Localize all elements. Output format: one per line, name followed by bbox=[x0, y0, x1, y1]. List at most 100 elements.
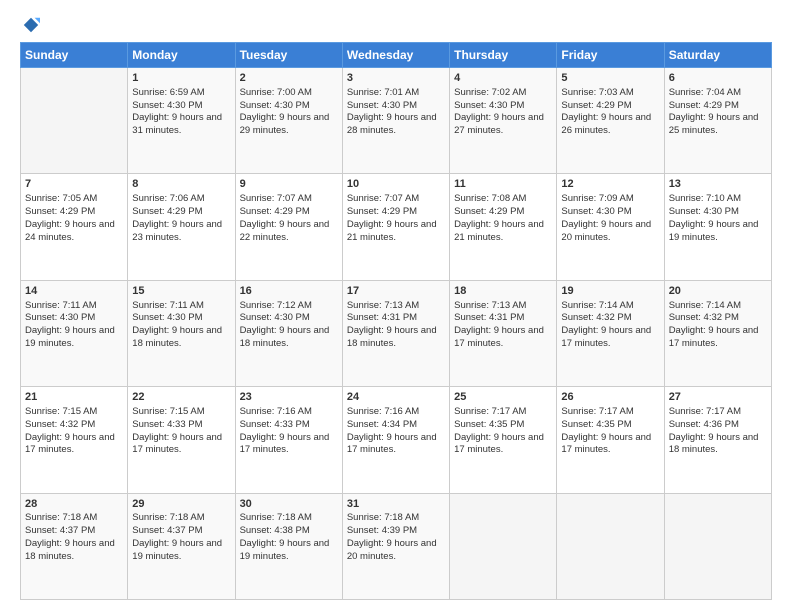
calendar-cell: 30Sunrise: 7:18 AMSunset: 4:38 PMDayligh… bbox=[235, 493, 342, 599]
day-number: 12 bbox=[561, 177, 659, 192]
daylight-text: Daylight: 9 hours and 29 minutes. bbox=[240, 112, 330, 136]
sunrise-text: Sunrise: 7:14 AM bbox=[561, 300, 633, 311]
sunrise-text: Sunrise: 7:17 AM bbox=[561, 406, 633, 417]
sunrise-text: Sunrise: 6:59 AM bbox=[132, 87, 204, 98]
calendar-week-5: 28Sunrise: 7:18 AMSunset: 4:37 PMDayligh… bbox=[21, 493, 772, 599]
logo bbox=[20, 16, 40, 34]
day-number: 18 bbox=[454, 284, 552, 299]
logo-icon bbox=[22, 16, 40, 34]
calendar-cell: 10Sunrise: 7:07 AMSunset: 4:29 PMDayligh… bbox=[342, 174, 449, 280]
daylight-text: Daylight: 9 hours and 19 minutes. bbox=[132, 538, 222, 562]
day-number: 29 bbox=[132, 497, 230, 512]
sunrise-text: Sunrise: 7:05 AM bbox=[25, 193, 97, 204]
sunrise-text: Sunrise: 7:13 AM bbox=[347, 300, 419, 311]
day-number: 14 bbox=[25, 284, 123, 299]
sunset-text: Sunset: 4:33 PM bbox=[132, 419, 202, 430]
sunrise-text: Sunrise: 7:15 AM bbox=[132, 406, 204, 417]
daylight-text: Daylight: 9 hours and 20 minutes. bbox=[347, 538, 437, 562]
calendar-cell: 2Sunrise: 7:00 AM Sunset: 4:30 PMDaylight… bbox=[235, 68, 342, 174]
sunrise-text: Sunrise: 7:11 AM bbox=[25, 300, 97, 311]
day-number: 15 bbox=[132, 284, 230, 299]
day-number: 22 bbox=[132, 390, 230, 405]
sunrise-text: Sunrise: 7:18 AM bbox=[347, 512, 419, 523]
day-number: 3 bbox=[347, 71, 445, 86]
day-number: 2 bbox=[240, 71, 338, 86]
header bbox=[20, 16, 772, 34]
sunset-text: Sunset: 4:30 PM bbox=[132, 100, 202, 111]
daylight-text: Daylight: 9 hours and 27 minutes. bbox=[454, 112, 544, 136]
sunrise-text: Sunrise: 7:14 AM bbox=[669, 300, 741, 311]
daylight-text: Daylight: 9 hours and 17 minutes. bbox=[132, 432, 222, 456]
daylight-text: Daylight: 9 hours and 19 minutes. bbox=[240, 538, 330, 562]
calendar-cell: 7Sunrise: 7:05 AMSunset: 4:29 PMDaylight… bbox=[21, 174, 128, 280]
sunset-text: Sunset: 4:36 PM bbox=[669, 419, 739, 430]
sunset-text: Sunset: 4:33 PM bbox=[240, 419, 310, 430]
sunset-text: Sunset: 4:30 PM bbox=[347, 100, 417, 111]
sunrise-text: Sunrise: 7:16 AM bbox=[347, 406, 419, 417]
calendar-cell bbox=[450, 493, 557, 599]
calendar-cell: 1Sunrise: 6:59 AMSunset: 4:30 PMDaylight… bbox=[128, 68, 235, 174]
day-number: 10 bbox=[347, 177, 445, 192]
sunrise-text: Sunrise: 7:12 AM bbox=[240, 300, 312, 311]
page: SundayMondayTuesdayWednesdayThursdayFrid… bbox=[0, 0, 792, 612]
sunset-text: Sunset: 4:30 PM bbox=[240, 100, 310, 111]
sunset-text: Sunset: 4:31 PM bbox=[347, 312, 417, 323]
sunset-text: Sunset: 4:29 PM bbox=[669, 100, 739, 111]
daylight-text: Daylight: 9 hours and 17 minutes. bbox=[25, 432, 115, 456]
calendar-cell: 13Sunrise: 7:10 AMSunset: 4:30 PMDayligh… bbox=[664, 174, 771, 280]
calendar-cell: 12Sunrise: 7:09 AMSunset: 4:30 PMDayligh… bbox=[557, 174, 664, 280]
sunrise-text: Sunrise: 7:03 AM bbox=[561, 87, 633, 98]
sunset-text: Sunset: 4:34 PM bbox=[347, 419, 417, 430]
weekday-header-tuesday: Tuesday bbox=[235, 43, 342, 68]
day-number: 4 bbox=[454, 71, 552, 86]
sunset-text: Sunset: 4:30 PM bbox=[240, 312, 310, 323]
sunrise-text: Sunrise: 7:01 AM bbox=[347, 87, 419, 98]
daylight-text: Daylight: 9 hours and 17 minutes. bbox=[347, 432, 437, 456]
calendar-table: SundayMondayTuesdayWednesdayThursdayFrid… bbox=[20, 42, 772, 600]
daylight-text: Daylight: 9 hours and 19 minutes. bbox=[25, 325, 115, 349]
calendar-week-1: 1Sunrise: 6:59 AMSunset: 4:30 PMDaylight… bbox=[21, 68, 772, 174]
sunrise-text: Sunrise: 7:18 AM bbox=[25, 512, 97, 523]
sunrise-text: Sunrise: 7:18 AM bbox=[240, 512, 312, 523]
calendar-cell bbox=[664, 493, 771, 599]
calendar-cell: 5Sunrise: 7:03 AMSunset: 4:29 PMDaylight… bbox=[557, 68, 664, 174]
sunset-text: Sunset: 4:29 PM bbox=[561, 100, 631, 111]
sunrise-text: Sunrise: 7:06 AM bbox=[132, 193, 204, 204]
calendar-cell: 15Sunrise: 7:11 AMSunset: 4:30 PMDayligh… bbox=[128, 280, 235, 386]
sunset-text: Sunset: 4:29 PM bbox=[347, 206, 417, 217]
sunrise-text: Sunrise: 7:07 AM bbox=[347, 193, 419, 204]
sunset-text: Sunset: 4:29 PM bbox=[25, 206, 95, 217]
daylight-text: Daylight: 9 hours and 25 minutes. bbox=[669, 112, 759, 136]
sunset-text: Sunset: 4:39 PM bbox=[347, 525, 417, 536]
day-number: 9 bbox=[240, 177, 338, 192]
day-number: 31 bbox=[347, 497, 445, 512]
daylight-text: Daylight: 9 hours and 17 minutes. bbox=[454, 432, 544, 456]
day-number: 21 bbox=[25, 390, 123, 405]
calendar-week-2: 7Sunrise: 7:05 AMSunset: 4:29 PMDaylight… bbox=[21, 174, 772, 280]
sunset-text: Sunset: 4:35 PM bbox=[561, 419, 631, 430]
daylight-text: Daylight: 9 hours and 17 minutes. bbox=[454, 325, 544, 349]
calendar-cell: 22Sunrise: 7:15 AM Sunset: 4:33 PM Dayligh… bbox=[128, 387, 235, 493]
daylight-text: Daylight: 9 hours and 18 minutes. bbox=[132, 325, 222, 349]
day-number: 16 bbox=[240, 284, 338, 299]
day-number: 17 bbox=[347, 284, 445, 299]
sunrise-text: Sunrise: 7:00 AM bbox=[240, 87, 312, 98]
calendar-cell: 28Sunrise: 7:18 AMSunset: 4:37 PMDayligh… bbox=[21, 493, 128, 599]
calendar-cell: 31Sunrise: 7:18 AM Sunset: 4:39 PM Dayligh… bbox=[342, 493, 449, 599]
calendar-cell: 19Sunrise: 7:14 AMSunset: 4:32 PMDayligh… bbox=[557, 280, 664, 386]
calendar-cell: 20Sunrise: 7:14 AMSunset: 4:32 PMDayligh… bbox=[664, 280, 771, 386]
weekday-header-thursday: Thursday bbox=[450, 43, 557, 68]
day-number: 19 bbox=[561, 284, 659, 299]
day-number: 20 bbox=[669, 284, 767, 299]
weekday-header-wednesday: Wednesday bbox=[342, 43, 449, 68]
calendar-cell: 6Sunrise: 7:04 AMSunset: 4:29 PMDaylight… bbox=[664, 68, 771, 174]
day-number: 28 bbox=[25, 497, 123, 512]
calendar-cell: 18Sunrise: 7:13 AMSunset: 4:31 PMDayligh… bbox=[450, 280, 557, 386]
sunset-text: Sunset: 4:29 PM bbox=[240, 206, 310, 217]
sunset-text: Sunset: 4:29 PM bbox=[454, 206, 524, 217]
calendar-cell: 25Sunrise: 7:17 AMSunset: 4:35 PMDayligh… bbox=[450, 387, 557, 493]
sunset-text: Sunset: 4:37 PM bbox=[25, 525, 95, 536]
weekday-header-friday: Friday bbox=[557, 43, 664, 68]
daylight-text: Daylight: 9 hours and 24 minutes. bbox=[25, 219, 115, 243]
sunset-text: Sunset: 4:38 PM bbox=[240, 525, 310, 536]
